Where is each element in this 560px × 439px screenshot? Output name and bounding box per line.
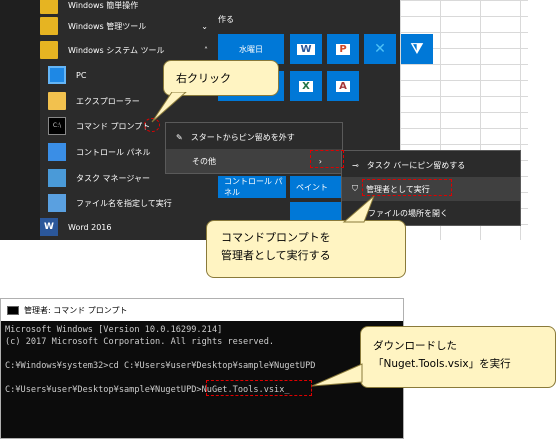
tile-excel[interactable]: X (290, 71, 322, 101)
callout-text: 「Nuget.Tools.vsix」を実行 (373, 358, 511, 370)
tile-label: 水曜日 (239, 44, 263, 54)
app-label: エクスプローラー (76, 96, 140, 106)
callout-run-as-admin: コマンドプロンプトを 管理者として実行する (206, 220, 406, 278)
callout-text: 右クリック (176, 72, 231, 85)
app-label: ファイル名を指定して実行 (76, 198, 172, 208)
window-title: 管理者: コマンド プロンプト (24, 305, 128, 315)
menu-item-label: タスク バーにピン留めする (366, 160, 466, 170)
visual-studio-icon: ⧩ (410, 41, 424, 57)
xamarin-icon: ✕ (374, 41, 386, 57)
run-icon (48, 194, 66, 212)
tile-label: ペイント (296, 182, 328, 192)
pin-icon: ⊸ (352, 160, 359, 170)
app-label: Windows システム ツール (68, 45, 165, 55)
callout-right-click: 右クリック (163, 60, 279, 96)
tile-word[interactable]: W (290, 34, 322, 64)
tile-group-label: 作る (218, 15, 234, 24)
app-label: コマンド プロンプト (76, 121, 151, 131)
tile-paint[interactable]: ペイント (290, 176, 342, 198)
callout-text: 管理者として実行する (221, 249, 331, 262)
console-line: Microsoft Windows [Version 10.0.16299.21… (5, 325, 223, 335)
tile-access[interactable]: A (327, 71, 359, 101)
highlight-vsix-command (206, 380, 312, 396)
folder-icon (40, 41, 58, 59)
callout-text: ダウンロードした (373, 340, 457, 352)
excel-icon: X (299, 80, 313, 92)
app-label: Windows 簡単操作 (68, 0, 139, 10)
callout-download: ダウンロードした 「Nuget.Tools.vsix」を実行 (360, 326, 556, 388)
highlight-more (310, 150, 344, 168)
explorer-icon (48, 92, 66, 110)
cmd-icon (7, 305, 19, 315)
word-icon: W (297, 43, 315, 55)
app-label: タスク マネージャー (76, 173, 150, 183)
control-panel-icon (48, 143, 66, 161)
app-label: Word 2016 (68, 222, 112, 232)
menu-item-label: その他 (192, 156, 216, 166)
powerpoint-icon: P (336, 43, 350, 55)
menu-item-unpin-start[interactable]: ✎ スタートからピン留めを外す (166, 125, 342, 149)
task-manager-icon (48, 169, 66, 187)
callout-pointer (311, 363, 363, 387)
pc-icon (48, 66, 66, 84)
callout-pointer (342, 195, 375, 223)
callout-pointer (151, 92, 187, 123)
folder-icon (40, 17, 58, 35)
menu-item-label: スタートからピン留めを外す (190, 132, 295, 142)
app-label: Windows 管理ツール (68, 21, 147, 31)
app-item-admin-tools[interactable]: Windows 管理ツール ⌄ (40, 13, 210, 39)
word-icon: W (40, 218, 58, 236)
tile-control-panel[interactable]: コントロール パネル (218, 176, 286, 198)
window-title-bar[interactable]: 管理者: コマンド プロンプト (1, 299, 403, 321)
chevron-up-icon[interactable]: ˄ (204, 46, 208, 55)
tile-visual-studio[interactable]: ⧩ (401, 34, 433, 64)
app-label: PC (76, 70, 87, 80)
app-item-word[interactable]: W Word 2016 (40, 214, 210, 240)
unpin-icon: ✎ (176, 132, 183, 142)
chevron-down-icon[interactable]: ⌄ (201, 22, 208, 31)
menu-item-pin-taskbar[interactable]: ⊸ タスク バーにピン留めする (342, 153, 520, 177)
tile-label: コントロール パネル (224, 177, 283, 197)
console-line: (c) 2017 Microsoft Corporation. All righ… (5, 337, 275, 347)
tile-powerpoint[interactable]: P (327, 34, 359, 64)
app-item-run[interactable]: ファイル名を指定して実行 (48, 190, 218, 216)
shield-icon: ⛉ (352, 184, 358, 193)
start-left-rail (0, 0, 40, 240)
menu-item-label: ファイルの場所を開く (368, 208, 448, 218)
folder-icon (40, 0, 58, 14)
cmd-icon: C:\ (48, 117, 66, 135)
tile-xamarin[interactable]: ✕ (364, 34, 396, 64)
access-icon: A (336, 80, 350, 92)
callout-text: コマンドプロンプトを (221, 231, 331, 244)
console-line: C:¥Windows¥system32>cd C:¥Users¥user¥Des… (5, 361, 316, 371)
app-label: コントロール パネル (76, 147, 151, 157)
